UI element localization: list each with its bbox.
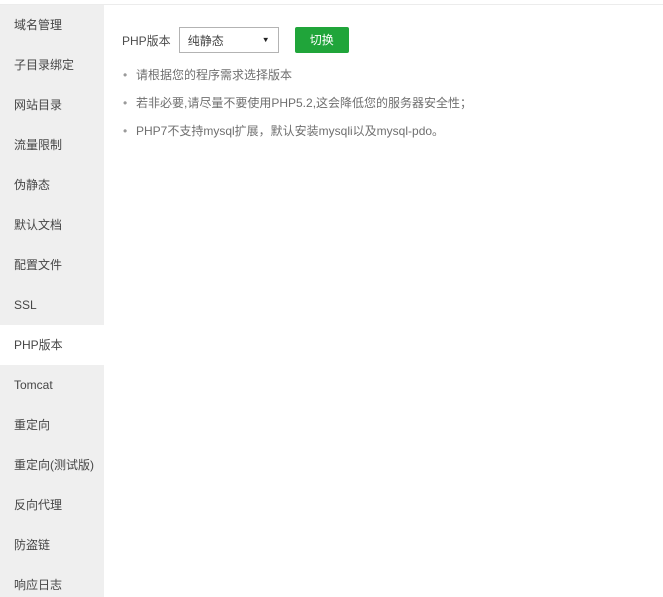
sidebar-item[interactable]: 域名管理 [0, 5, 104, 45]
sidebar-item[interactable]: 响应日志 [0, 565, 104, 597]
php-version-label: PHP版本 [122, 33, 171, 48]
sidebar-item[interactable]: 反向代理 [0, 485, 104, 525]
sidebar-item[interactable]: SSL [0, 285, 104, 325]
php-version-select[interactable]: 纯静态 ▼ [178, 27, 279, 53]
sidebar-item[interactable]: 重定向 [0, 405, 104, 445]
sidebar-item[interactable]: PHP版本 [0, 325, 104, 365]
sidebar-item[interactable]: 默认文档 [0, 205, 104, 245]
tip-item: 请根据您的程序需求选择版本 [122, 61, 643, 89]
sidebar-item[interactable]: 重定向(测试版) [0, 445, 104, 485]
php-version-form-row: PHP版本 纯静态 ▼ 切换 [122, 27, 643, 53]
sidebar-item[interactable]: 防盗链 [0, 525, 104, 565]
sidebar-item[interactable]: Tomcat [0, 365, 104, 405]
sidebar: 域名管理 子目录绑定 网站目录 流量限制 伪静态 默认文档 配置文件 SSL PHP版本 Tomc… [0, 5, 104, 597]
tip-item: 若非必要,请尽量不要使用PHP5.2,这会降低您的服务器安全性； [122, 89, 643, 117]
sidebar-item[interactable]: 流量限制 [0, 125, 104, 165]
switch-button[interactable]: 切换 [294, 27, 349, 53]
php-version-select-value: 纯静态 [187, 33, 224, 48]
sidebar-item[interactable]: 子目录绑定 [0, 45, 104, 85]
sidebar-item[interactable]: 配置文件 [0, 245, 104, 285]
tips-list: 请根据您的程序需求选择版本若非必要,请尽量不要使用PHP5.2,这会降低您的服务… [122, 61, 643, 145]
sidebar-item[interactable]: 网站目录 [0, 85, 104, 125]
tip-item: PHP7不支持mysql扩展，默认安装mysqli以及mysql-pdo。 [122, 117, 643, 145]
chevron-down-icon: ▼ [261, 35, 270, 44]
php-version-panel: PHP版本 纯静态 ▼ 切换 请根据您的程序需求选择版本若非必要,请尽量不要使用… [104, 5, 663, 597]
sidebar-item[interactable]: 伪静态 [0, 165, 104, 205]
